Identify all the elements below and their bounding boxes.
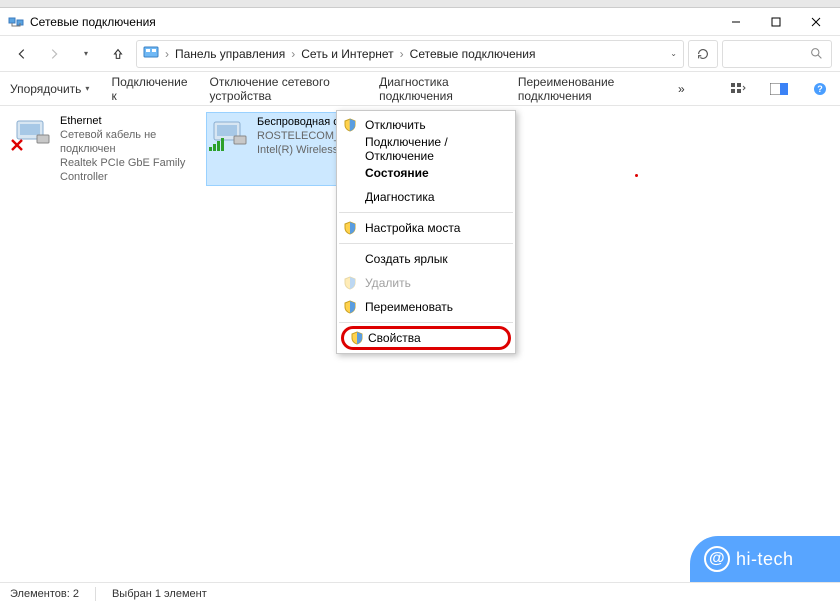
browser-tab-fragment — [0, 0, 840, 8]
watermark-at-icon: @ — [704, 546, 730, 572]
connection-device: Realtek PCIe GbE Family Controller — [60, 156, 198, 184]
forward-button[interactable] — [40, 40, 68, 68]
minimize-button[interactable] — [716, 8, 756, 36]
annotation-dot — [635, 174, 638, 177]
network-connections-icon — [8, 14, 24, 30]
ctx-delete: Удалить — [337, 271, 515, 295]
wifi-adapter-icon — [209, 115, 249, 151]
disable-device-command[interactable]: Отключение сетевого устройства — [210, 75, 358, 103]
breadcrumb-network-internet[interactable]: Сеть и Интернет — [301, 47, 393, 61]
connection-ethernet[interactable]: Ethernet Сетевой кабель не подключен Rea… — [10, 112, 200, 186]
connect-to-command[interactable]: Подключение к — [111, 75, 187, 103]
breadcrumb-separator[interactable] — [400, 47, 404, 61]
svg-text:?: ? — [818, 84, 824, 94]
preview-pane-button[interactable] — [770, 77, 789, 101]
address-history-dropdown[interactable]: ⌄ — [670, 49, 677, 58]
command-bar: Упорядочить▾ Подключение к Отключение се… — [0, 72, 840, 106]
search-icon — [810, 47, 823, 60]
maximize-button[interactable] — [756, 8, 796, 36]
watermark-text: hi-tech — [736, 549, 794, 570]
breadcrumb-control-panel[interactable]: Панель управления — [175, 47, 285, 61]
shield-icon — [343, 300, 357, 314]
ethernet-adapter-icon — [12, 114, 52, 150]
signal-strength-icon — [209, 137, 225, 151]
status-elements-count: Элементов: 2 — [10, 588, 79, 600]
context-menu-separator — [339, 212, 513, 213]
search-box[interactable] — [722, 40, 832, 68]
context-menu-separator — [339, 322, 513, 323]
window-title: Сетевые подключения — [30, 15, 716, 29]
shield-icon — [343, 118, 357, 132]
ctx-connect-disconnect[interactable]: Подключение / Отключение — [337, 137, 515, 161]
statusbar-separator — [95, 587, 96, 601]
ctx-bridge[interactable]: Настройка моста — [337, 216, 515, 240]
up-button[interactable] — [104, 40, 132, 68]
status-bar: Элементов: 2 Выбран 1 элемент — [0, 582, 840, 604]
recent-locations-button[interactable]: ▾ — [72, 40, 100, 68]
status-selected: Выбран 1 элемент — [112, 588, 207, 600]
address-bar[interactable]: Панель управления Сеть и Интернет Сетевы… — [136, 40, 684, 68]
context-menu: Отключить Подключение / Отключение Состо… — [336, 110, 516, 354]
ctx-rename[interactable]: Переименовать — [337, 295, 515, 319]
diagnose-command[interactable]: Диагностика подключения — [379, 75, 496, 103]
context-menu-separator — [339, 243, 513, 244]
shield-icon — [343, 276, 357, 290]
breadcrumb-separator[interactable] — [291, 47, 295, 61]
ctx-diagnose[interactable]: Диагностика — [337, 185, 515, 209]
connection-name: Ethernet — [60, 114, 198, 128]
back-button[interactable] — [8, 40, 36, 68]
navigation-bar: ▾ Панель управления Сеть и Интернет Сете… — [0, 36, 840, 72]
ctx-status[interactable]: Состояние — [337, 161, 515, 185]
watermark-badge: @ hi-tech — [690, 536, 840, 582]
ctx-properties[interactable]: Свойства — [341, 326, 511, 350]
refresh-button[interactable] — [688, 40, 718, 68]
view-options-button[interactable] — [729, 77, 748, 101]
control-panel-icon — [143, 44, 159, 63]
ctx-create-shortcut[interactable]: Создать ярлык — [337, 247, 515, 271]
connection-status: Сетевой кабель не подключен — [60, 128, 198, 156]
content-area: Ethernet Сетевой кабель не подключен Rea… — [0, 106, 840, 582]
overflow-commands[interactable]: » — [678, 82, 685, 96]
organize-menu[interactable]: Упорядочить▾ — [10, 82, 89, 96]
ctx-disable[interactable]: Отключить — [337, 113, 515, 137]
error-icon — [10, 138, 24, 152]
breadcrumb-separator[interactable] — [165, 47, 169, 61]
titlebar: Сетевые подключения — [0, 8, 840, 36]
rename-command[interactable]: Переименование подключения — [518, 75, 656, 103]
close-button[interactable] — [796, 8, 836, 36]
help-button[interactable]: ? — [811, 77, 830, 101]
breadcrumb-network-connections[interactable]: Сетевые подключения — [410, 47, 536, 61]
shield-icon — [343, 221, 357, 235]
shield-icon — [350, 331, 364, 345]
